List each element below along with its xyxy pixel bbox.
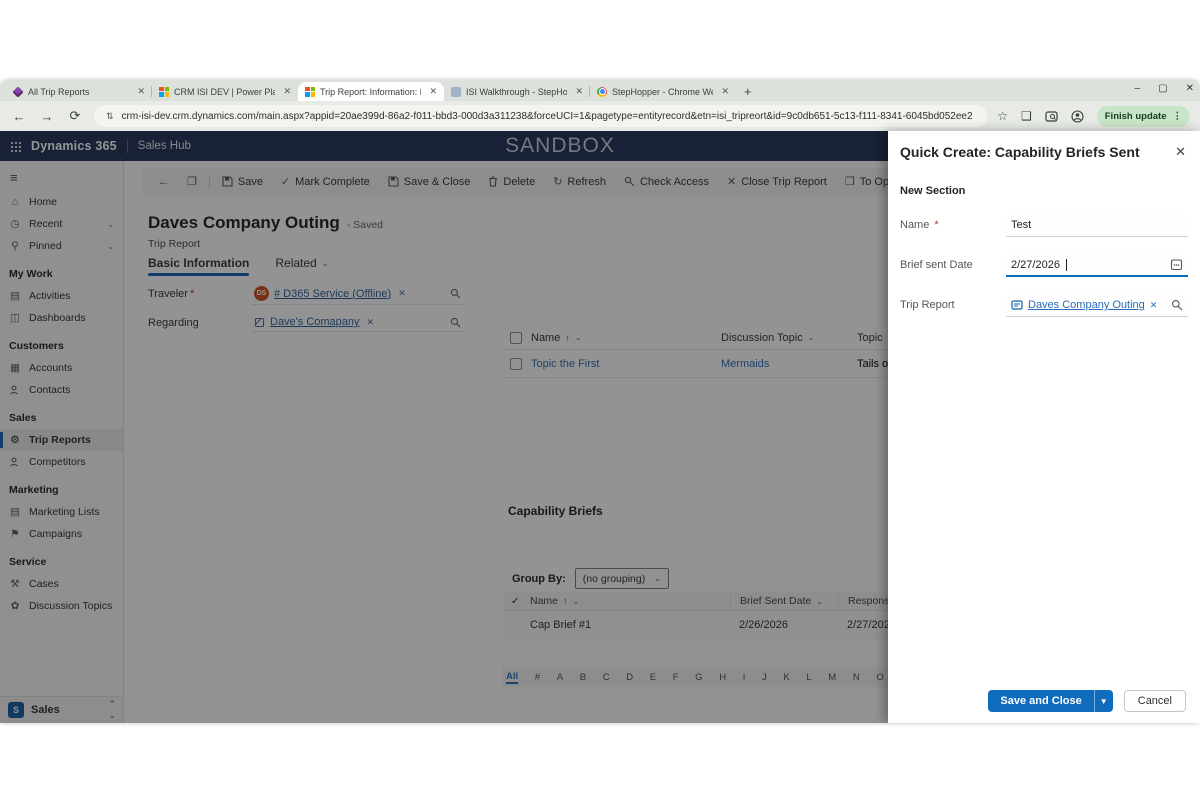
site-settings-icon[interactable]: ⇅	[106, 111, 114, 122]
browser-tab[interactable]: ISI Walkthrough - StepHopper ✕	[444, 82, 590, 101]
reload-button[interactable]: ⟳	[66, 108, 84, 124]
name-input[interactable]: Test	[1006, 214, 1188, 237]
forward-button[interactable]: →	[38, 109, 56, 124]
trip-report-lookup[interactable]: Daves Company Outing ✕	[1006, 294, 1188, 317]
panel-title: Quick Create: Capability Briefs Sent	[900, 144, 1188, 160]
lookup-pill[interactable]: Daves Company Outing ✕	[1011, 299, 1157, 311]
tab-title: ISI Walkthrough - StepHopper	[466, 87, 567, 97]
field-trip-report: Trip Report Daves Company Outing ✕	[900, 294, 1188, 317]
trip-report-record-icon	[1011, 299, 1023, 311]
url-text: crm-isi-dev.crm.dynamics.com/main.aspx?a…	[122, 111, 973, 122]
bookmark-star-icon[interactable]: ☆	[997, 109, 1008, 123]
tab-title: Trip Report: Information: Daves	[320, 87, 421, 97]
panel-close-icon[interactable]: ✕	[1175, 144, 1186, 160]
maximize-button[interactable]: ▢	[1158, 83, 1167, 94]
minimize-button[interactable]: –	[1135, 83, 1141, 94]
profile-icon[interactable]	[1071, 110, 1084, 123]
browser-tab[interactable]: CRM ISI DEV | Power Platform a ✕	[152, 82, 298, 101]
save-options-chevron-icon[interactable]: ▼	[1094, 690, 1113, 712]
modal-dim-overlay	[0, 131, 888, 723]
address-bar[interactable]: ⇅ crm-isi-dev.crm.dynamics.com/main.aspx…	[94, 105, 987, 127]
browser-toolbar: ← → ⟳ ⇅ crm-isi-dev.crm.dynamics.com/mai…	[0, 101, 1200, 131]
microsoft-favicon-icon	[159, 87, 169, 97]
tab-title: All Trip Reports	[28, 87, 129, 97]
text-caret	[1066, 259, 1067, 271]
save-and-close-button[interactable]: Save and Close	[988, 690, 1093, 712]
browser-tab[interactable]: StepHopper - Chrome Web Sto ✕	[590, 82, 736, 101]
tab-title: StepHopper - Chrome Web Sto	[612, 87, 713, 97]
side-search-icon[interactable]	[1045, 110, 1058, 123]
browser-tab-active[interactable]: Trip Report: Information: Daves ✕	[298, 82, 444, 101]
panel-footer: Save and Close ▼ Cancel	[988, 690, 1186, 712]
close-window-button[interactable]: ✕	[1186, 83, 1194, 94]
cancel-button[interactable]: Cancel	[1124, 690, 1186, 712]
trip-report-record-link[interactable]: Daves Company Outing	[1028, 299, 1145, 311]
chrome-menu-icon[interactable]: ⋮	[1173, 111, 1183, 122]
required-asterisk: *	[931, 219, 938, 231]
extensions-icon[interactable]: ❑	[1021, 109, 1032, 123]
stephopper-favicon-icon	[451, 87, 461, 97]
back-button[interactable]: ←	[10, 109, 28, 124]
browser-window: All Trip Reports ✕ CRM ISI DEV | Power P…	[0, 80, 1200, 723]
name-value: Test	[1011, 219, 1031, 231]
microsoft-favicon-icon	[305, 87, 315, 97]
tab-title: CRM ISI DEV | Power Platform a	[174, 87, 275, 97]
chrome-favicon-icon	[597, 87, 607, 97]
page-content: Dynamics 365 Sales Hub SANDBOX ≡ ⌂ Home …	[0, 131, 1200, 723]
tab-close-icon[interactable]: ✕	[572, 86, 583, 97]
tab-close-icon[interactable]: ✕	[426, 86, 437, 97]
search-icon[interactable]	[1171, 299, 1183, 311]
quick-create-panel: Quick Create: Capability Briefs Sent ✕ N…	[888, 131, 1200, 723]
new-tab-button[interactable]: +	[736, 84, 762, 101]
browser-tab[interactable]: All Trip Reports ✕	[6, 82, 152, 101]
field-name: Name * Test	[900, 214, 1188, 237]
section-label: New Section	[900, 185, 1188, 197]
diamond-favicon-icon	[12, 86, 23, 97]
remove-value-icon[interactable]: ✕	[1150, 300, 1158, 311]
date-value: 2/27/2026	[1011, 259, 1060, 271]
finish-update-button[interactable]: Finish update ⋮	[1097, 106, 1190, 127]
tab-close-icon[interactable]: ✕	[280, 86, 291, 97]
tab-strip: All Trip Reports ✕ CRM ISI DEV | Power P…	[0, 80, 1200, 101]
field-brief-sent-date: Brief sent Date 2/27/2026	[900, 254, 1188, 277]
tab-close-icon[interactable]: ✕	[718, 86, 729, 97]
save-and-close-split-button: Save and Close ▼	[988, 690, 1112, 712]
brief-sent-date-input[interactable]: 2/27/2026	[1006, 254, 1188, 277]
tab-close-icon[interactable]: ✕	[134, 86, 145, 97]
calendar-icon[interactable]	[1170, 258, 1183, 271]
